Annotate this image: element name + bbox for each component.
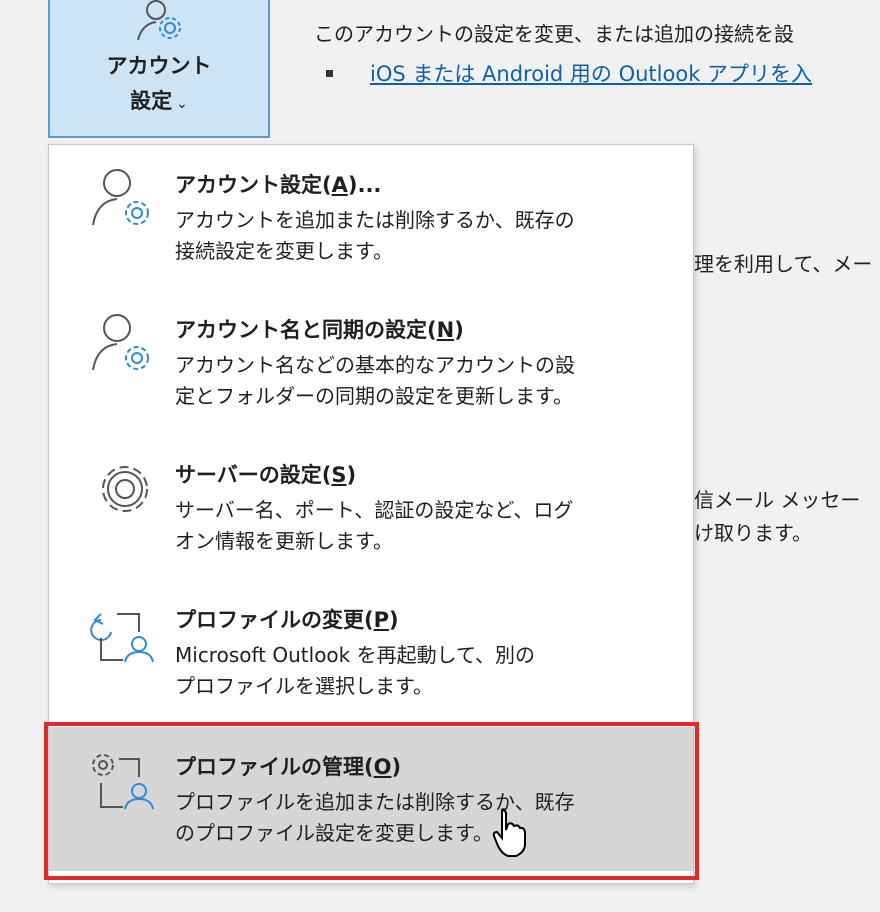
ribbon-label-line1: アカウント bbox=[106, 54, 212, 78]
account-gear-icon bbox=[92, 169, 149, 226]
menu-item-title: アカウント設定(A)... bbox=[175, 173, 382, 197]
background-text-line3: 信メール メッセー bbox=[694, 488, 861, 512]
account-settings-ribbon-button[interactable]: アカウント 設定 ⌄ bbox=[48, 0, 270, 138]
ribbon-label-text: 設定 bbox=[130, 89, 173, 113]
menu-item-description: サーバー名、ポート、認証の設定など、ログ オン情報を更新します。 bbox=[175, 498, 574, 553]
menu-item-account-name-sync[interactable]: アカウント名と同期の設定(N) アカウント名などの基本的なアカウントの設 定とフ… bbox=[49, 290, 693, 434]
account-sync-gear-icon bbox=[92, 314, 149, 371]
bullet bbox=[326, 70, 333, 77]
menu-item-server-settings[interactable]: サーバーの設定(S) サーバー名、ポート、認証の設定など、ログ オン情報を更新し… bbox=[49, 435, 693, 579]
account-description-text: このアカウントの設定を変更、または追加の接続を設 bbox=[314, 22, 794, 46]
menu-item-account-settings[interactable]: アカウント設定(A)... アカウントを追加または削除するか、既存の 接続設定を… bbox=[49, 145, 693, 289]
gear-icon bbox=[102, 466, 148, 512]
mobile-app-link[interactable]: iOS または Android 用の Outlook アプリを入 bbox=[370, 58, 812, 88]
chevron-down-icon: ⌄ bbox=[176, 96, 188, 112]
background-text-line2: 理を利用して、メー bbox=[694, 252, 873, 276]
menu-item-change-profile[interactable]: プロファイルの変更(P) Microsoft Outlook を再起動して、別の… bbox=[49, 580, 693, 722]
menu-item-description: アカウント名などの基本的なアカウントの設 定とフォルダーの同期の設定を更新します… bbox=[175, 353, 575, 408]
menu-item-description: アカウントを追加または削除するか、既存の 接続設定を変更します。 bbox=[175, 208, 575, 263]
menu-item-title: プロファイルの変更(P) bbox=[175, 608, 399, 632]
change-profile-icon bbox=[90, 613, 154, 663]
background-text-line4: け取ります。 bbox=[694, 521, 812, 545]
highlight-annotation-box bbox=[44, 722, 699, 880]
mouse-pointer-icon bbox=[492, 808, 526, 857]
menu-item-description: Microsoft Outlook を再起動して、別の プロファイルを選択します… bbox=[175, 643, 536, 698]
menu-item-title: サーバーの設定(S) bbox=[175, 463, 357, 487]
ribbon-label-line2: 設定 ⌄ bbox=[50, 85, 268, 115]
menu-item-title: アカウント名と同期の設定(N) bbox=[175, 318, 464, 342]
account-gear-icon bbox=[137, 0, 181, 41]
